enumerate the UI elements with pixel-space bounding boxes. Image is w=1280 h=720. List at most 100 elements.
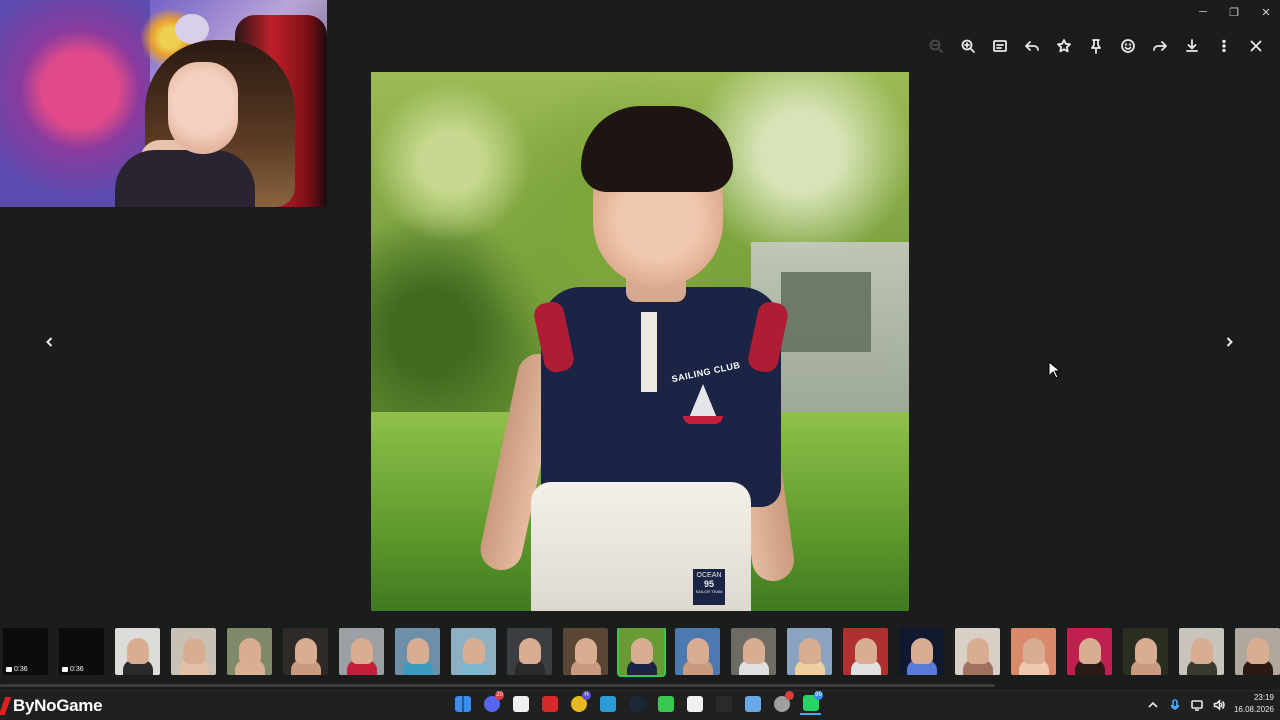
file-app-taskbar-button[interactable] [597, 693, 618, 715]
sailboat-logo [689, 384, 717, 418]
system-tray [1146, 695, 1226, 715]
chrome-taskbar-button[interactable]: H [568, 691, 591, 715]
microsoft-store-taskbar-button[interactable] [510, 693, 531, 715]
notification-badge: H [582, 691, 591, 700]
photo-thumbnail[interactable] [617, 628, 666, 677]
clock-date: 16.08.2026 [1233, 705, 1274, 714]
taskbar-clock[interactable]: 23:19 16.08.2026 [1222, 692, 1274, 716]
microphone-status[interactable] [1168, 698, 1182, 712]
main-photo: SAILING CLUB OCEAN 95 SAILOR TEAM [371, 72, 909, 611]
caption-icon [993, 40, 1007, 52]
photo-thumbnail[interactable] [283, 628, 328, 675]
photo-thumbnail[interactable] [843, 628, 888, 675]
display-icon [1191, 700, 1203, 711]
zoom-in-icon [961, 39, 975, 53]
photo-thumbnail[interactable] [115, 628, 160, 675]
photo-thumbnail[interactable] [227, 628, 272, 675]
photo-thumbnail[interactable] [171, 628, 216, 675]
forward-icon [1153, 41, 1167, 51]
video-camera-icon [62, 667, 68, 672]
whatsapp-taskbar-button[interactable]: 99 [800, 691, 823, 715]
photo-thumbnail[interactable] [675, 628, 720, 675]
more-options-button[interactable] [1208, 34, 1240, 58]
zoom-out-button[interactable] [920, 34, 952, 58]
video-duration: 0:36 [62, 666, 84, 673]
thumbnail-scrollbar[interactable] [0, 684, 995, 687]
microsoft-store-icon [512, 696, 529, 712]
thumbnail-strip: 0:36 0:36 [0, 628, 1280, 678]
forward-button[interactable] [1144, 34, 1176, 58]
photo-thumbnail[interactable] [955, 628, 1000, 675]
star-button[interactable] [1048, 34, 1080, 58]
child-shirt [541, 287, 781, 507]
play-app-taskbar-button[interactable] [655, 693, 676, 715]
close-viewer-button[interactable] [1240, 34, 1272, 58]
photo-thumbnail[interactable] [731, 628, 776, 675]
minimize-button[interactable]: ─ [1188, 2, 1218, 22]
photo-thumbnail[interactable] [507, 628, 552, 675]
steam-taskbar-button[interactable] [626, 693, 647, 715]
previous-photo-button[interactable] [39, 331, 61, 353]
chevron-up-icon [1148, 701, 1158, 708]
photo-thumbnail[interactable] [451, 628, 496, 675]
windows-start-icon [454, 696, 471, 712]
file-app-icon [599, 696, 616, 712]
download-button[interactable] [1176, 34, 1208, 58]
photo-thumbnail[interactable] [339, 628, 384, 675]
epic-games-icon [715, 696, 732, 712]
microphone-icon [1170, 699, 1180, 710]
notification-badge [785, 691, 794, 700]
discord-taskbar-button[interactable]: 20 [481, 691, 504, 715]
photo-thumbnail[interactable] [1011, 628, 1056, 675]
mouse-cursor-icon [1048, 361, 1062, 379]
capcut-taskbar-button[interactable] [684, 693, 705, 715]
window-close-button[interactable]: ✕ [1251, 2, 1280, 22]
zoom-in-button[interactable] [952, 34, 984, 58]
react-button[interactable] [1112, 34, 1144, 58]
tray-overflow-button[interactable] [1146, 698, 1160, 712]
photo-thumbnail[interactable] [1235, 628, 1280, 675]
clock-time: 23:19 [1253, 693, 1274, 702]
brand-watermark: ByNoGame [0, 693, 103, 719]
emoji-react-icon [1121, 39, 1135, 53]
maximize-button[interactable]: ❐ [1219, 2, 1249, 22]
download-icon [1186, 39, 1198, 52]
notification-badge: 20 [495, 691, 504, 700]
notification-badge: 99 [814, 691, 823, 700]
photo-thumbnail[interactable] [1067, 628, 1112, 675]
play-app-icon [657, 696, 674, 712]
close-icon [1250, 40, 1262, 52]
chevron-left-icon [46, 337, 53, 347]
next-photo-button[interactable] [1218, 331, 1240, 353]
epic-games-taskbar-button[interactable] [713, 693, 734, 715]
webcam-overlay [0, 0, 327, 207]
riot-client-icon [744, 696, 761, 712]
settings-app-taskbar-button[interactable] [771, 691, 794, 715]
shorts-tag: OCEAN 95 SAILOR TEAM [693, 569, 725, 605]
pin-icon [1091, 39, 1101, 54]
photo-viewer-app: ─ ❐ ✕ SAILING CLUB OCEAN 95 SAILOR TEAM … [0, 0, 1280, 720]
app-red-taskbar-button[interactable] [539, 693, 560, 715]
video-thumbnail[interactable]: 0:36 [3, 628, 48, 675]
display-status[interactable] [1190, 698, 1204, 712]
photo-thumbnail[interactable] [787, 628, 832, 675]
windows-start-taskbar-button[interactable] [452, 693, 473, 715]
zoom-out-icon [929, 39, 943, 53]
riot-client-taskbar-button[interactable] [742, 693, 763, 715]
chevron-right-icon [1226, 337, 1233, 347]
viewer-toolbar [920, 34, 1272, 58]
photo-thumbnail[interactable] [395, 628, 440, 675]
caption-button[interactable] [984, 34, 1016, 58]
reply-button[interactable] [1016, 34, 1048, 58]
app-red-icon [541, 696, 558, 712]
video-camera-icon [6, 667, 12, 672]
photo-thumbnail[interactable] [1123, 628, 1168, 675]
reply-icon [1025, 41, 1039, 51]
photo-thumbnail[interactable] [563, 628, 608, 675]
video-duration: 0:36 [6, 666, 28, 673]
photo-thumbnail[interactable] [899, 628, 944, 675]
photo-thumbnail[interactable] [1179, 628, 1224, 675]
video-thumbnail[interactable]: 0:36 [59, 628, 104, 675]
taskbar-apps: 20 H 99 [452, 691, 823, 717]
pin-button[interactable] [1080, 34, 1112, 58]
